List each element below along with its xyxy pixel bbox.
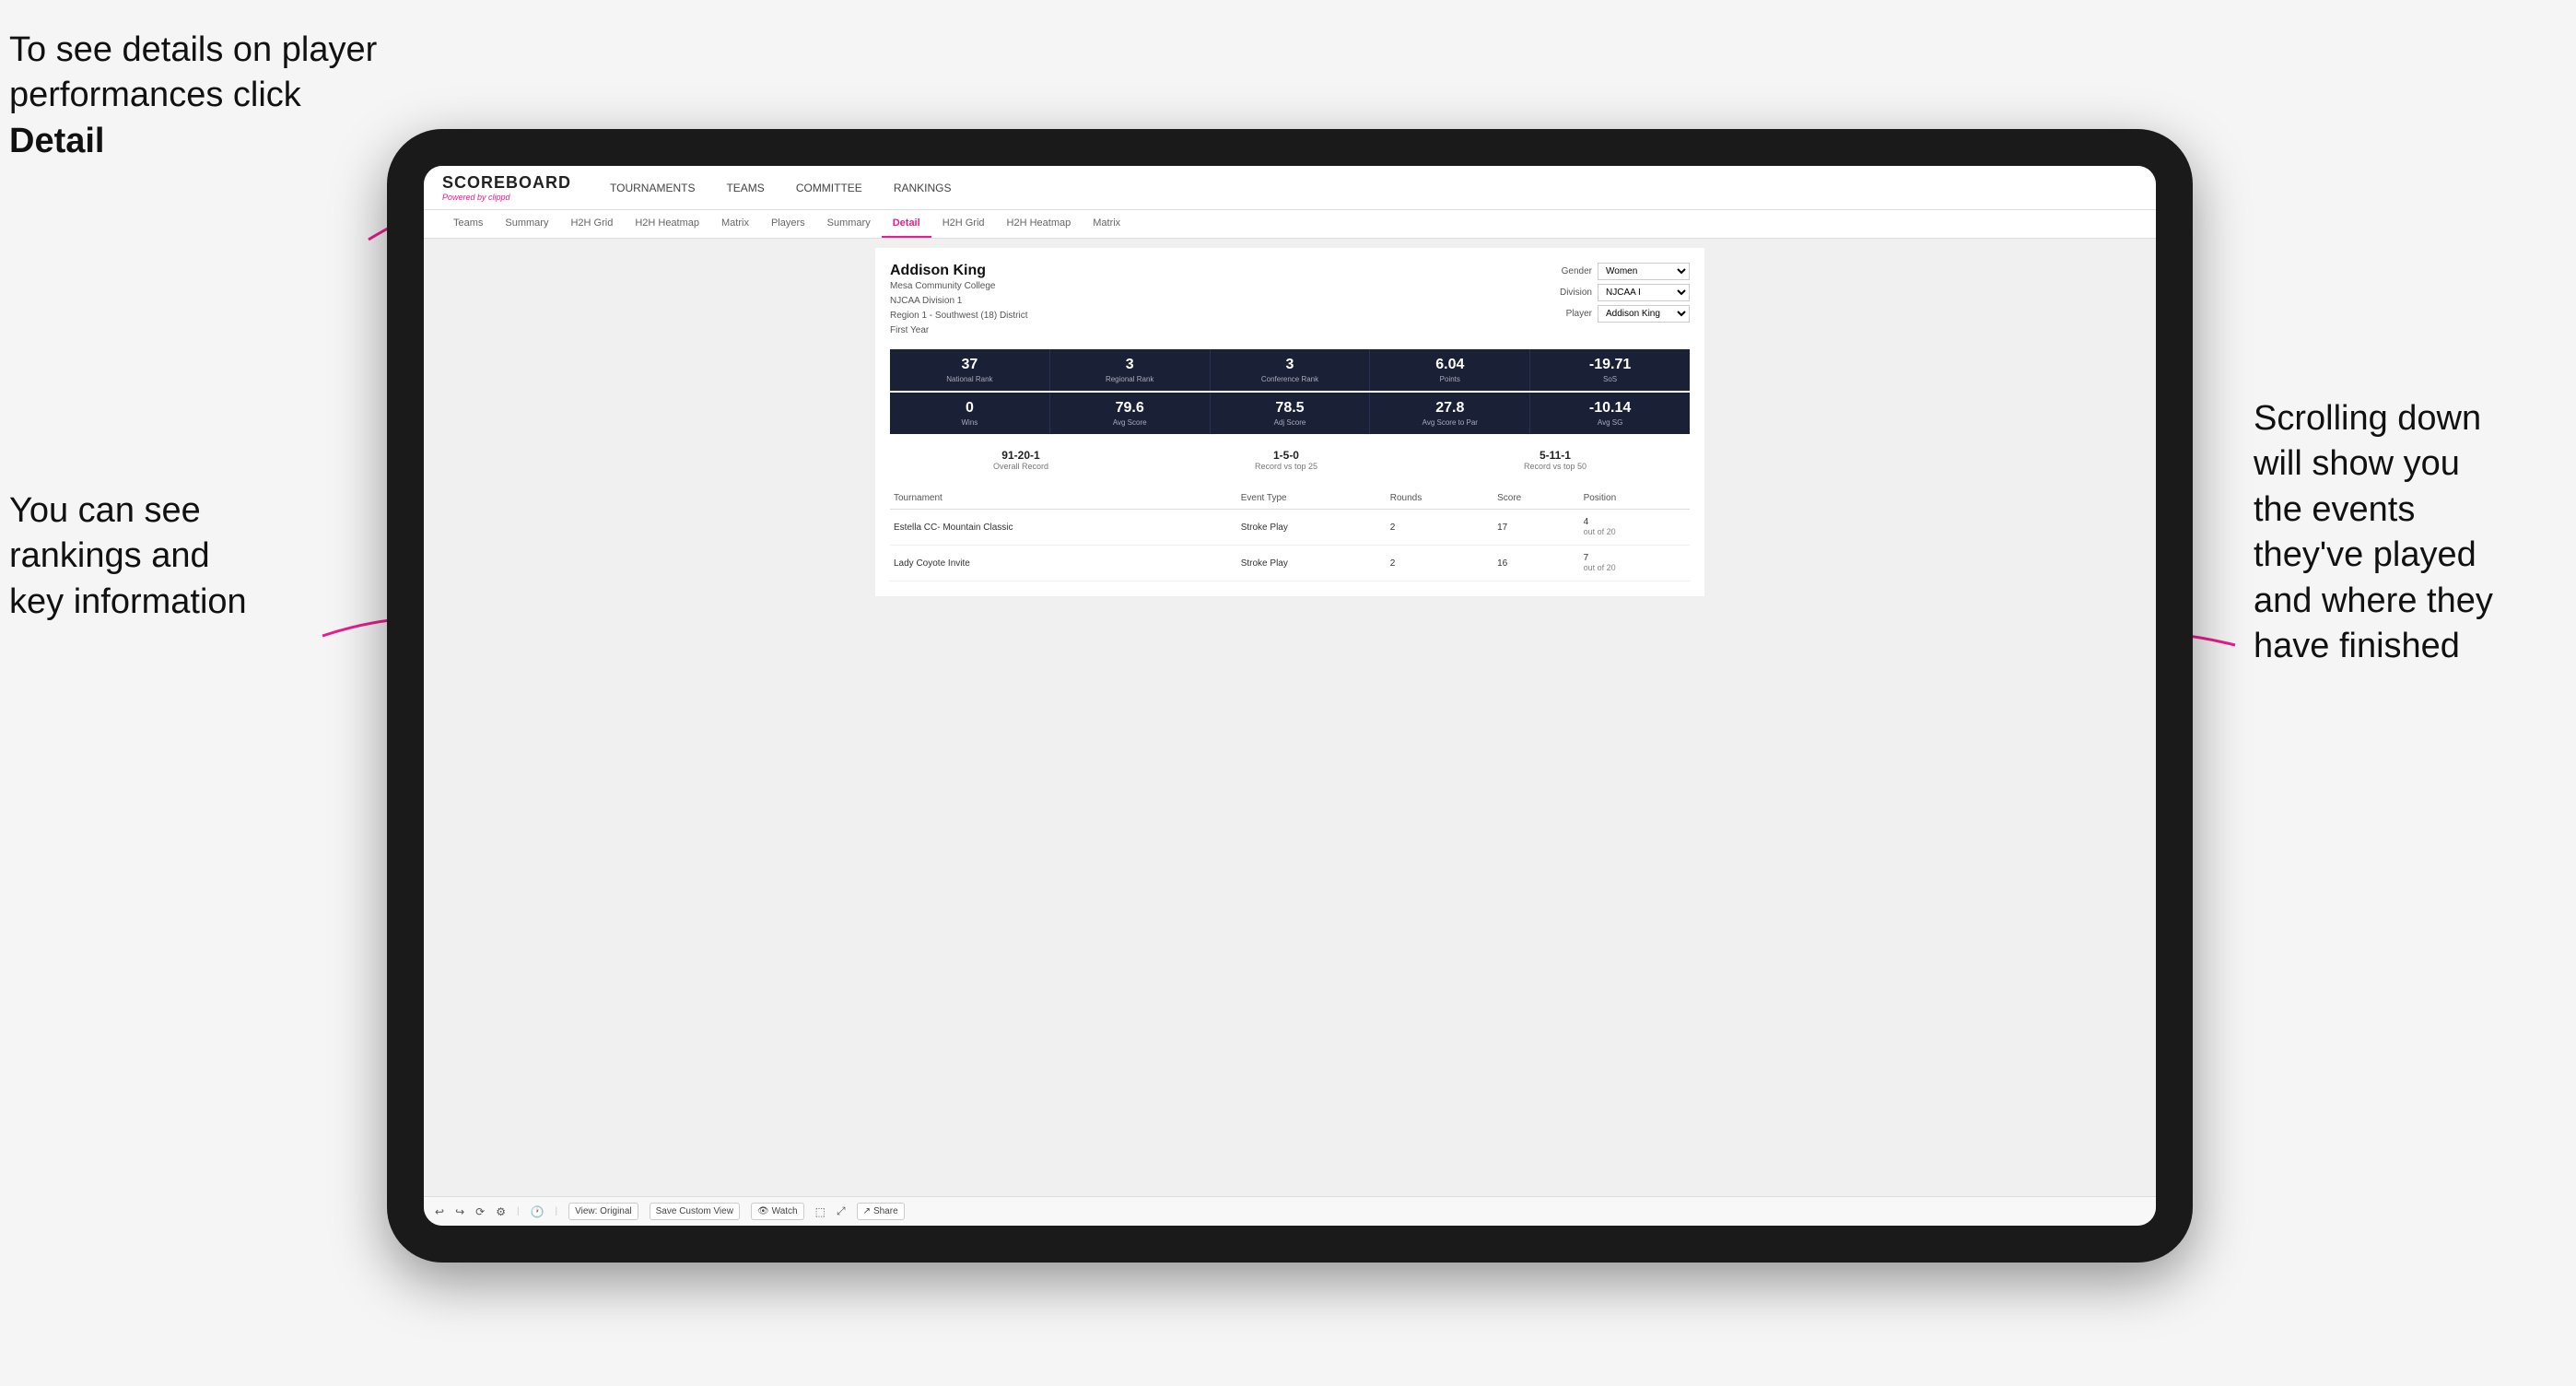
player-division: NJCAA Division 1 <box>890 294 1028 309</box>
stat-conference-rank: 3 Conference Rank <box>1211 349 1371 391</box>
stat-points: 6.04 Points <box>1370 349 1530 391</box>
share-icon: ↗ <box>863 1206 871 1216</box>
nav-tournaments[interactable]: TOURNAMENTS <box>608 178 697 198</box>
tab-teams[interactable]: Teams <box>442 210 494 238</box>
logo-powered: Powered by clippd <box>442 193 571 202</box>
save-custom-btn[interactable]: Save Custom View <box>650 1203 740 1220</box>
event-type-2: Stroke Play <box>1237 546 1387 581</box>
logo-area: SCOREBOARD Powered by clippd <box>442 173 571 202</box>
tab-matrix-2[interactable]: Matrix <box>1082 210 1131 238</box>
nav-committee[interactable]: COMMITTEE <box>794 178 864 198</box>
tab-h2h-grid-1[interactable]: H2H Grid <box>559 210 624 238</box>
stat-avg-score-par: 27.8 Avg Score to Par <box>1370 393 1530 434</box>
player-school: Mesa Community College <box>890 279 1028 294</box>
gender-select[interactable]: Women <box>1598 263 1690 280</box>
filter-gender-row: Gender Women <box>1562 263 1690 280</box>
tab-summary-2[interactable]: Summary <box>816 210 882 238</box>
stats-row-1: 37 National Rank 3 Regional Rank 3 Confe… <box>890 349 1690 391</box>
main-content: Addison King Mesa Community College NJCA… <box>424 239 2156 1196</box>
refresh-icon[interactable]: ⟳ <box>475 1205 485 1218</box>
tab-detail[interactable]: Detail <box>882 210 931 238</box>
redo-icon[interactable]: ↪ <box>455 1205 464 1218</box>
event-type-1: Stroke Play <box>1237 510 1387 546</box>
tablet-screen: SCOREBOARD Powered by clippd TOURNAMENTS… <box>424 166 2156 1226</box>
share-btn[interactable]: ↗ Share <box>857 1203 905 1220</box>
clock-icon[interactable]: 🕐 <box>531 1205 544 1218</box>
stat-regional-rank: 3 Regional Rank <box>1050 349 1211 391</box>
app-navbar: SCOREBOARD Powered by clippd TOURNAMENTS… <box>424 166 2156 210</box>
watch-btn[interactable]: 👁 Watch <box>751 1203 804 1220</box>
settings-icon[interactable]: ⚙ <box>496 1205 506 1218</box>
tab-players[interactable]: Players <box>760 210 816 238</box>
stat-national-rank: 37 National Rank <box>890 349 1050 391</box>
col-position: Position <box>1580 487 1690 510</box>
stat-avg-sg: -10.14 Avg SG <box>1530 393 1690 434</box>
table-row: Lady Coyote Invite Stroke Play 2 16 7 ou… <box>890 546 1690 581</box>
tab-h2h-heatmap-2[interactable]: H2H Heatmap <box>996 210 1083 238</box>
position-2: 7 out of 20 <box>1580 546 1690 581</box>
player-filter-label: Player <box>1566 309 1592 319</box>
position-1: 4 out of 20 <box>1580 510 1690 546</box>
stats-row-2: 0 Wins 79.6 Avg Score 78.5 Adj Score 27.… <box>890 393 1690 434</box>
division-label: Division <box>1560 288 1592 298</box>
division-select[interactable]: NJCAA I <box>1598 284 1690 301</box>
sub-tabs: Teams Summary H2H Grid H2H Heatmap Matri… <box>424 210 2156 239</box>
score-1: 17 <box>1493 510 1579 546</box>
player-header: Addison King Mesa Community College NJCA… <box>890 263 1690 338</box>
view-original-btn[interactable]: View: Original <box>568 1203 638 1220</box>
stat-adj-score: 78.5 Adj Score <box>1211 393 1371 434</box>
tablet-frame: SCOREBOARD Powered by clippd TOURNAMENTS… <box>387 129 2193 1263</box>
tab-h2h-grid-2[interactable]: H2H Grid <box>931 210 996 238</box>
record-overall: 91-20-1 Overall Record <box>993 449 1048 471</box>
stat-avg-score: 79.6 Avg Score <box>1050 393 1211 434</box>
record-top25: 1-5-0 Record vs top 25 <box>1255 449 1317 471</box>
score-2: 16 <box>1493 546 1579 581</box>
watch-label: Watch <box>772 1206 798 1216</box>
tab-h2h-heatmap-1[interactable]: H2H Heatmap <box>624 210 710 238</box>
player-info: Addison King Mesa Community College NJCA… <box>890 263 1028 338</box>
filter-player-row: Player Addison King <box>1566 305 1690 323</box>
player-name: Addison King <box>890 263 1028 279</box>
tournament-name-2: Lady Coyote Invite <box>890 546 1237 581</box>
player-select[interactable]: Addison King <box>1598 305 1690 323</box>
nav-teams[interactable]: TEAMS <box>724 178 766 198</box>
content-card: Addison King Mesa Community College NJCA… <box>875 248 1704 596</box>
record-top50: 5-11-1 Record vs top 50 <box>1524 449 1587 471</box>
tab-summary-1[interactable]: Summary <box>494 210 559 238</box>
records-row: 91-20-1 Overall Record 1-5-0 Record vs t… <box>890 443 1690 476</box>
player-year: First Year <box>890 323 1028 338</box>
tournament-name-1: Estella CC- Mountain Classic <box>890 510 1237 546</box>
table-header-row: Tournament Event Type Rounds Score Posit… <box>890 487 1690 510</box>
logo-scoreboard: SCOREBOARD <box>442 173 571 193</box>
tab-matrix-1[interactable]: Matrix <box>710 210 760 238</box>
bottom-toolbar: ↩ ↪ ⟳ ⚙ | 🕐 | View: Original Save Custom… <box>424 1196 2156 1226</box>
rounds-2: 2 <box>1387 546 1493 581</box>
filter-division-row: Division NJCAA I <box>1560 284 1690 301</box>
player-filters: Gender Women Division NJCAA I <box>1560 263 1690 338</box>
annotation-right: Scrolling down will show you the events … <box>2254 396 2567 669</box>
table-row: Estella CC- Mountain Classic Stroke Play… <box>890 510 1690 546</box>
nav-rankings[interactable]: RANKINGS <box>892 178 954 198</box>
col-score: Score <box>1493 487 1579 510</box>
watch-icon: 👁 <box>757 1206 769 1216</box>
gender-label: Gender <box>1562 266 1592 276</box>
col-tournament: Tournament <box>890 487 1237 510</box>
stat-sos: -19.71 SoS <box>1530 349 1690 391</box>
screen-icon[interactable]: ⬚ <box>815 1205 825 1218</box>
undo-icon[interactable]: ↩ <box>435 1205 444 1218</box>
annotation-bottom-left: You can see rankings and key information <box>9 488 322 625</box>
col-rounds: Rounds <box>1387 487 1493 510</box>
col-event-type: Event Type <box>1237 487 1387 510</box>
share-label: Share <box>873 1206 898 1216</box>
tournament-table: Tournament Event Type Rounds Score Posit… <box>890 487 1690 581</box>
rounds-1: 2 <box>1387 510 1493 546</box>
save-custom-label: Save Custom View <box>656 1206 733 1216</box>
view-original-label: View: Original <box>575 1206 632 1216</box>
stat-wins: 0 Wins <box>890 393 1050 434</box>
annotation-top-left: To see details on player performances cl… <box>9 28 378 164</box>
expand-icon[interactable]: ⤢ <box>837 1204 846 1218</box>
player-region: Region 1 - Southwest (18) District <box>890 309 1028 323</box>
